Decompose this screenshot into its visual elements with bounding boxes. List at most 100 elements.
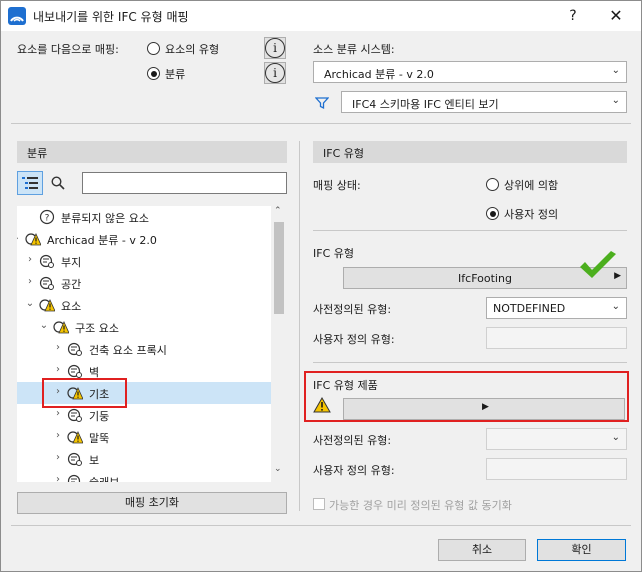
tree-item[interactable]: › 슬래브: [17, 470, 271, 482]
product-divider: [313, 362, 627, 363]
product-predefined-type-select[interactable]: ⌄: [486, 428, 627, 450]
classification-icon: [67, 364, 82, 378]
chevron-right-icon[interactable]: ›: [53, 364, 63, 375]
classification-tree: ›슬래브›보›말뚝›기둥›기초›벽›건축 요소 프록시⌄구조 요소⌄요소›공간›…: [17, 206, 287, 482]
chevron-right-icon[interactable]: ›: [53, 342, 63, 353]
tree-item-label: 요소: [61, 300, 82, 313]
radio-classification[interactable]: [147, 67, 160, 80]
tree-list-icon: [22, 177, 38, 189]
chevron-down-icon[interactable]: ⌄: [39, 320, 49, 331]
warning-classification-icon: [53, 321, 69, 334]
classification-icon: [67, 408, 82, 422]
ok-button[interactable]: 확인: [537, 539, 626, 561]
tree-item[interactable]: › 보: [17, 448, 271, 470]
warning-classification-icon: [25, 233, 41, 246]
chevron-right-icon[interactable]: ›: [25, 254, 35, 265]
close-button[interactable]: ✕: [604, 5, 628, 27]
tree-item-label: 부지: [61, 256, 82, 269]
tree-view-toggle[interactable]: [17, 171, 43, 195]
classification-icon: [39, 276, 54, 290]
chevron-down-icon: ⌄: [611, 301, 620, 312]
chevron-down-icon[interactable]: ⌄: [17, 232, 21, 243]
source-system-select[interactable]: Archicad 분류 - v 2.0 ⌄: [313, 61, 627, 83]
title-bar: 내보내기를 위한 IFC 유형 매핑 ? ✕: [1, 1, 641, 31]
top-divider: [11, 123, 631, 124]
tree-item[interactable]: › 말뚝: [17, 426, 271, 448]
archicad-icon: [8, 7, 26, 25]
product-predefined-type-label: 사전정의된 유형:: [313, 434, 392, 447]
tree-item-label: 공간: [61, 278, 82, 291]
tree-item-label: 기둥: [89, 410, 110, 423]
radio-classification-label: 분류: [165, 68, 186, 81]
user-defined-type-input[interactable]: [486, 327, 627, 349]
info-button-type[interactable]: i: [264, 37, 286, 59]
tree-item-label: 보: [89, 454, 100, 467]
window-title: 내보내기를 위한 IFC 유형 매핑: [33, 10, 189, 24]
entity-filter-select[interactable]: IFC4 스키마용 IFC 엔티티 보기 ⌄: [341, 91, 627, 113]
chevron-right-icon[interactable]: ›: [53, 408, 63, 419]
classification-icon: [67, 474, 81, 482]
checkmark-icon: [580, 251, 616, 278]
chevron-right-icon[interactable]: ›: [53, 430, 63, 441]
chevron-right-icon[interactable]: ›: [53, 452, 63, 463]
reset-mapping-button[interactable]: 매핑 초기화: [17, 492, 287, 514]
mapping-label: 요소를 다음으로 매핑:: [17, 43, 119, 56]
predefined-type-label: 사전정의된 유형:: [313, 303, 392, 316]
chevron-right-icon[interactable]: ›: [25, 276, 35, 287]
chevron-down-icon: ⌄: [611, 95, 620, 106]
classification-icon: [39, 254, 54, 268]
warning-classification-icon: [39, 299, 55, 312]
sync-predefined-checkbox[interactable]: [313, 498, 325, 510]
radio-status-parent-label: 상위에 의함: [504, 179, 559, 192]
product-user-defined-type-label: 사용자 정의 유형:: [313, 464, 395, 477]
radio-status-custom[interactable]: [486, 207, 499, 220]
scroll-thumb[interactable]: [274, 222, 284, 314]
panel-divider: [299, 141, 300, 511]
tree-item[interactable]: ? 분류되지 않은 요소: [17, 206, 271, 228]
product-user-defined-type-input[interactable]: [486, 458, 627, 480]
tree-item[interactable]: › 건축 요소 프록시: [17, 338, 271, 360]
classification-icon: [67, 342, 82, 356]
tree-item-label: 분류되지 않은 요소: [61, 212, 149, 225]
search-input[interactable]: [82, 172, 287, 194]
scroll-up-icon[interactable]: ⌃: [274, 206, 282, 216]
search-icon[interactable]: [51, 176, 65, 190]
chevron-down-icon[interactable]: ⌄: [25, 298, 35, 309]
filter-icon: [315, 97, 329, 110]
tree-item[interactable]: ⌄ Archicad 분류 - v 2.0: [17, 228, 271, 250]
tree-item[interactable]: ⌄ 요소: [17, 294, 271, 316]
source-label: 소스 분류 시스템:: [313, 43, 395, 56]
highlight-footing: [42, 378, 127, 408]
tree-item-label: 구조 요소: [75, 322, 119, 335]
tree-item[interactable]: › 부지: [17, 250, 271, 272]
radio-status-custom-label: 사용자 정의: [504, 208, 559, 221]
tree-item[interactable]: › 공간: [17, 272, 271, 294]
tree-item-label: 슬래브: [89, 474, 119, 482]
scroll-down-icon[interactable]: ⌄: [274, 464, 282, 474]
help-button[interactable]: ?: [561, 5, 585, 27]
info-button-classification[interactable]: i: [264, 62, 286, 84]
unclassified-icon: ?: [39, 209, 55, 225]
entity-filter-value: IFC4 스키마용 IFC 엔티티 보기: [352, 98, 499, 111]
warning-icon: [313, 397, 331, 413]
triangle-right-icon: ▶: [482, 402, 489, 412]
radio-element-type[interactable]: [147, 42, 160, 55]
ifc-product-picker[interactable]: ▶: [343, 398, 625, 420]
ifc-type-label: IFC 유형: [313, 247, 354, 260]
ifc-product-label: IFC 유형 제품: [313, 379, 378, 392]
tree-item-label: Archicad 분류 - v 2.0: [47, 234, 157, 247]
classification-icon: [67, 452, 82, 466]
cancel-button[interactable]: 취소: [438, 539, 526, 561]
svg-text:?: ?: [45, 214, 50, 224]
chevron-right-icon[interactable]: ›: [53, 474, 63, 482]
predefined-type-select[interactable]: NOTDEFINED ⌄: [486, 297, 627, 319]
chevron-down-icon: ⌄: [611, 65, 620, 76]
info-icon: i: [265, 63, 285, 83]
classification-header: 분류: [17, 141, 287, 163]
tree-item-label: 말뚝: [89, 432, 110, 445]
tree-scrollbar[interactable]: ⌃ ⌄: [271, 206, 287, 482]
source-system-value: Archicad 분류 - v 2.0: [324, 68, 434, 81]
tree-item[interactable]: ⌄ 구조 요소: [17, 316, 271, 338]
info-icon: i: [265, 38, 285, 58]
radio-status-parent[interactable]: [486, 178, 499, 191]
